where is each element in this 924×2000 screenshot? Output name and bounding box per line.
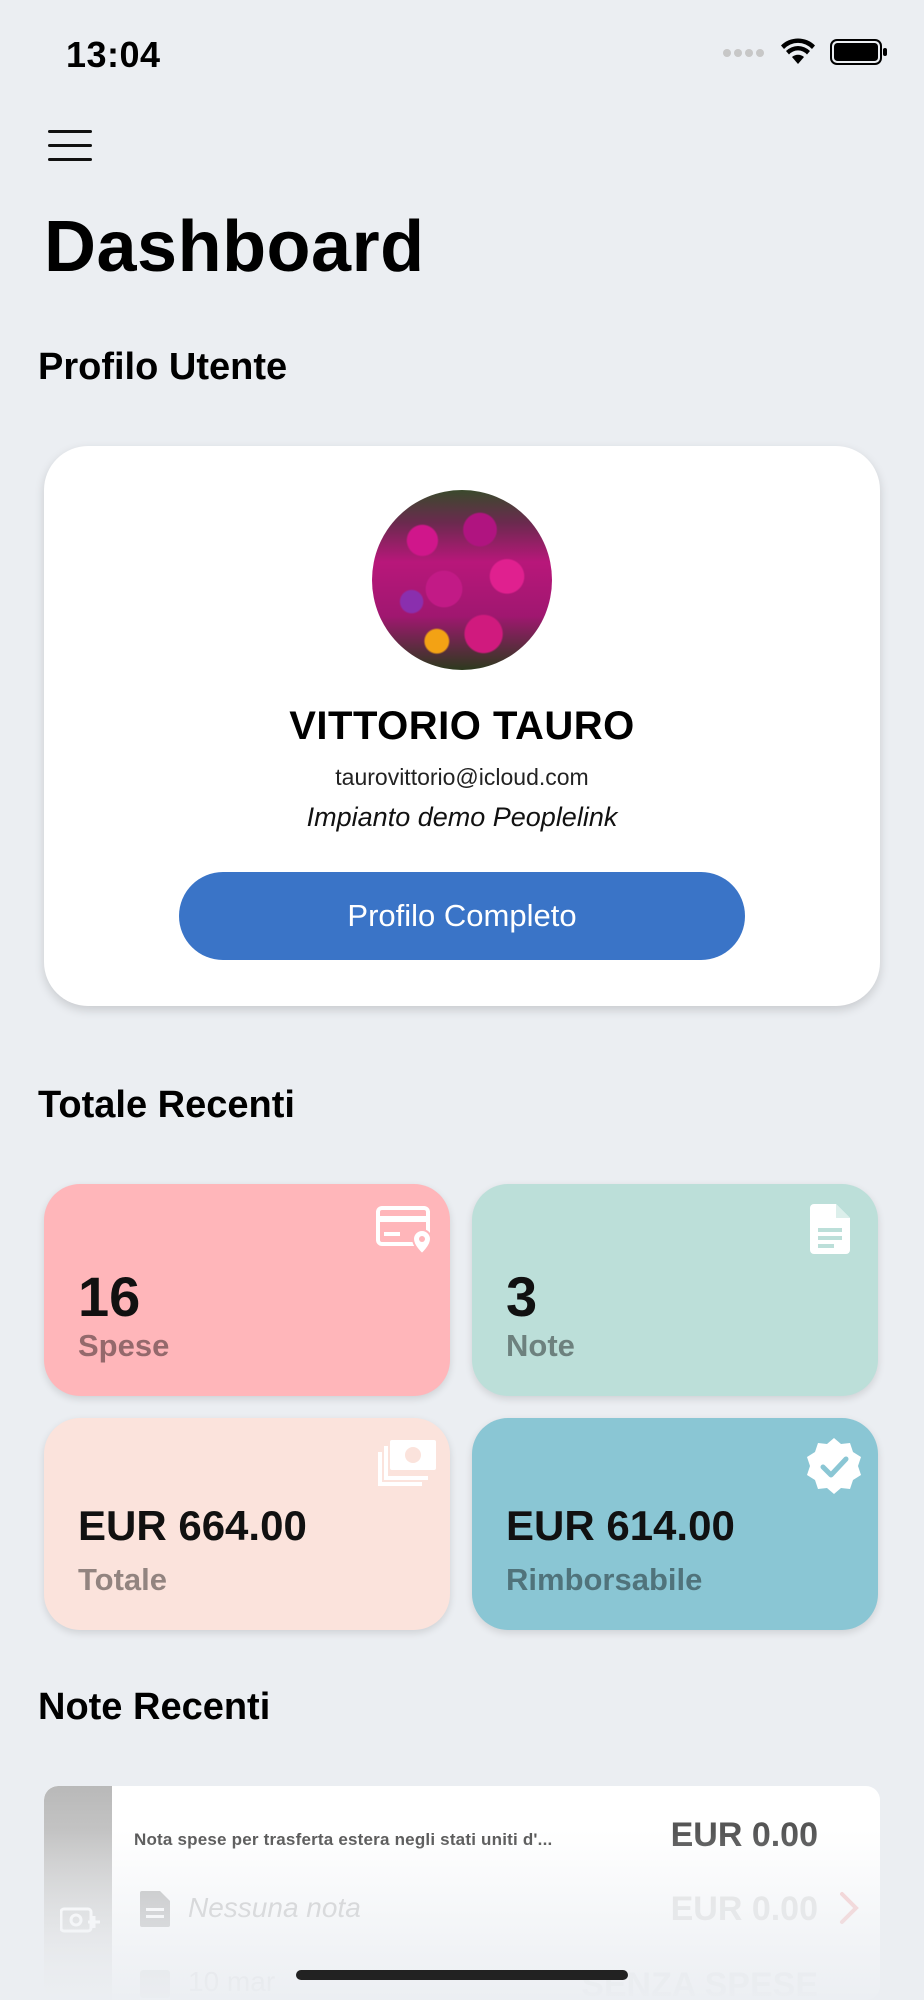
avatar (372, 490, 552, 670)
chevron-right-icon[interactable] (838, 1890, 860, 1931)
verified-badge-icon (804, 1436, 864, 1494)
status-bar: 13:04 (0, 0, 924, 110)
calendar-icon (138, 1966, 172, 2000)
battery-icon (830, 38, 888, 71)
notes-section-title: Note Recenti (38, 1686, 271, 1728)
full-profile-button[interactable]: Profilo Completo (179, 872, 745, 960)
stat-card-totale[interactable]: EUR 664.00 Totale (44, 1418, 450, 1630)
stat-label: Note (506, 1328, 575, 1363)
note-date: 10 mar (188, 1966, 276, 1997)
profile-email: taurovittorio@icloud.com (335, 764, 589, 790)
card-location-icon (376, 1202, 436, 1256)
home-indicator[interactable] (296, 1970, 628, 1980)
menu-line-icon (48, 144, 92, 147)
stat-card-note[interactable]: 3 Note (472, 1184, 878, 1396)
status-time: 13:04 (66, 34, 161, 75)
page-title: Dashboard (44, 207, 425, 287)
stat-card-spese[interactable]: 16 Spese (44, 1184, 450, 1396)
stat-value: EUR 614.00 (506, 1502, 735, 1549)
stat-label: Totale (78, 1562, 167, 1597)
document-icon (800, 1202, 860, 1256)
totals-section-title: Totale Recenti (38, 1084, 295, 1126)
stat-label: Spese (78, 1328, 170, 1363)
note-amount: EUR 0.00 (670, 1816, 818, 1854)
note-subtitle: Nessuna nota (188, 1892, 361, 1923)
note-title: Nota spese per trasferta estera negli st… (134, 1830, 553, 1849)
add-photo-icon (59, 1904, 100, 1939)
hamburger-menu-button[interactable] (46, 124, 98, 168)
stat-card-rimborsabile[interactable]: EUR 614.00 Rimborsabile (472, 1418, 878, 1630)
cellular-signal-icon (722, 46, 766, 64)
money-icon (376, 1436, 436, 1490)
stat-label: Rimborsabile (506, 1562, 703, 1597)
profile-company: Impianto demo Peoplelink (306, 802, 618, 832)
document-icon (138, 1890, 172, 1933)
note-list-item[interactable]: Nota spese per trasferta estera negli st… (44, 1786, 880, 2000)
stat-value: EUR 664.00 (78, 1502, 307, 1549)
note-thumbnail (44, 1786, 112, 2000)
status-icons (722, 38, 888, 71)
profile-card: VITTORIO TAURO taurovittorio@icloud.com … (44, 446, 880, 1006)
profile-section-title: Profilo Utente (38, 346, 288, 388)
menu-line-icon (48, 158, 92, 161)
profile-name: VITTORIO TAURO (289, 704, 635, 748)
stat-value: 16 (78, 1265, 141, 1328)
wifi-icon (780, 38, 816, 71)
stat-value: 3 (506, 1265, 538, 1328)
menu-line-icon (48, 130, 92, 133)
note-amount-secondary: EUR 0.00 (670, 1890, 818, 1928)
